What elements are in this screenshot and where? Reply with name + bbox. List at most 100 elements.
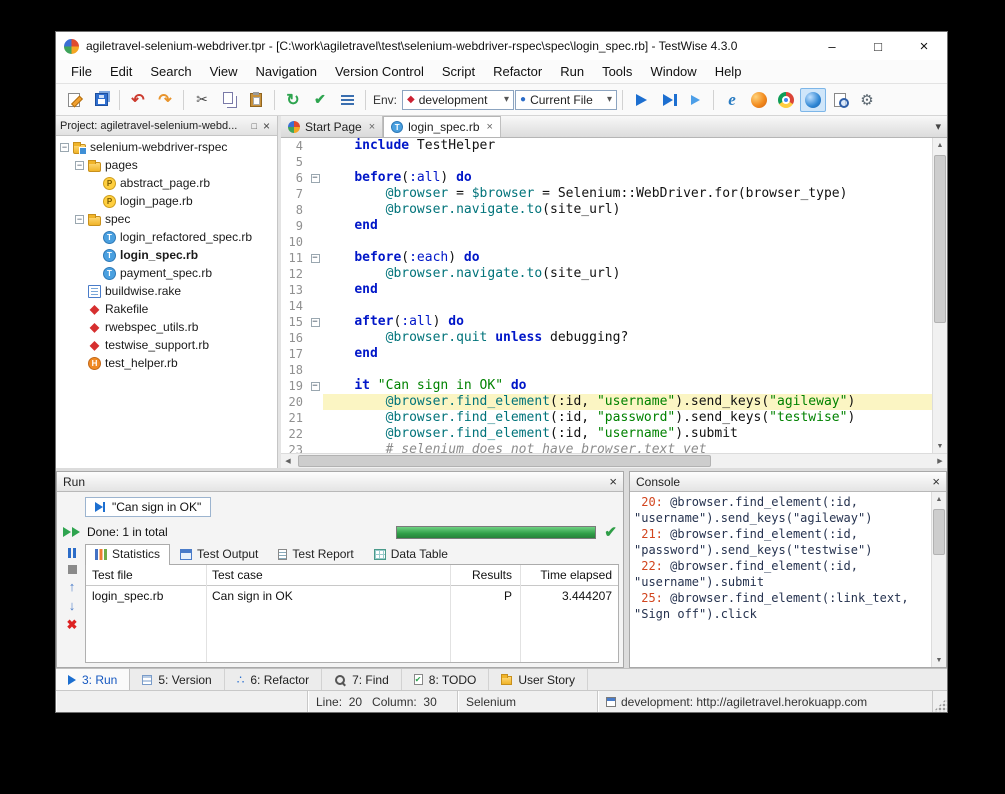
menu-version-control[interactable]: Version Control [326,61,433,82]
code-line[interactable]: 9 end [281,218,932,234]
close-panel-icon[interactable]: × [260,119,273,133]
editor-vertical-scrollbar[interactable]: ▲ ▼ [932,138,947,453]
code-line[interactable]: 5 [281,154,932,170]
inspect-button[interactable] [827,88,853,112]
code-line[interactable]: 19− it "Can sign in OK" do [281,378,932,394]
code-line[interactable]: 20 @browser.find_element(:id, "username"… [281,394,932,410]
column-header-test-case[interactable]: Test case [206,565,448,585]
run-panel-close-icon[interactable]: × [609,474,617,489]
fold-collapse-icon[interactable]: − [310,381,320,391]
float-panel-icon[interactable]: □ [249,121,260,131]
stop-button[interactable] [67,565,77,574]
code-line[interactable]: 15− after(:all) do [281,314,932,330]
menu-window[interactable]: Window [641,61,705,82]
editor-horizontal-scrollbar[interactable]: ◀ ▶ [281,453,947,468]
menu-tools[interactable]: Tools [593,61,641,82]
collapse-icon[interactable]: − [75,214,84,224]
clear-results-button[interactable]: ✖ [67,618,78,631]
selected-browser-button[interactable] [800,87,827,112]
bottom-tab-3-run[interactable]: 3: Run [56,669,131,690]
menu-view[interactable]: View [201,61,247,82]
paste-button[interactable] [243,88,269,112]
check-syntax-button[interactable]: ✔ [307,88,333,112]
undo-button[interactable]: ↶ [125,88,151,112]
code-line[interactable]: 7 @browser = $browser = Selenium::WebDri… [281,186,932,202]
move-up-button[interactable]: ↑ [69,580,76,593]
tab-start-page[interactable]: Start Page × [281,116,384,137]
column-header-results[interactable]: Results [448,565,518,585]
scrollbar-thumb[interactable] [933,509,945,555]
save-all-button[interactable] [88,88,114,112]
fold-collapse-icon[interactable]: − [310,173,320,183]
menu-search[interactable]: Search [141,61,200,82]
redo-button[interactable]: ↷ [152,88,178,112]
current-test-item[interactable]: "Can sign in OK" [85,497,212,517]
tree-item-pages[interactable]: − pages [56,156,277,174]
tree-item-rwebspec-utils-rb[interactable]: ◆ rwebspec_utils.rb [56,318,277,336]
env-select[interactable]: ◆ development ▾ [402,89,515,110]
code-editor[interactable]: 4 include TestHelper 5 6− before(:all) do 7… [281,138,947,453]
new-file-button[interactable] [61,88,87,112]
tree-item-testwise-support-rb[interactable]: ◆ testwise_support.rb [56,336,277,354]
code-line[interactable]: 17 end [281,346,932,362]
tree-item-login-refactored-spec-rb[interactable]: Tlogin_refactored_spec.rb [56,228,277,246]
titlebar[interactable]: agiletravel-selenium-webdriver.tpr - [C:… [56,32,947,60]
run-selected-button[interactable] [682,88,708,112]
tab-close-icon[interactable]: × [369,121,375,133]
scrollbar-thumb[interactable] [934,155,946,323]
tab-login-spec-rb[interactable]: Tlogin_spec.rb × [383,116,501,137]
move-down-button[interactable]: ↓ [69,599,76,612]
menu-run[interactable]: Run [551,61,593,82]
table-row[interactable]: login_spec.rb Can sign in OK P 3.444207 [86,586,618,606]
resize-grip[interactable] [933,698,947,712]
code-line[interactable]: 4 include TestHelper [281,138,932,154]
menu-help[interactable]: Help [706,61,751,82]
code-line[interactable]: 13 end [281,282,932,298]
tab-list-button[interactable]: ▾ [935,120,947,137]
cut-button[interactable]: ✂ [189,88,215,112]
chrome-browser-button[interactable] [773,88,799,112]
bottom-tab-user-story[interactable]: User Story [489,669,589,690]
run-tab-test-report[interactable]: Test Report [268,544,363,564]
scroll-down-arrow[interactable]: ▼ [933,439,947,453]
code-line[interactable]: 18 [281,362,932,378]
code-line[interactable]: 16 @browser.quit unless debugging? [281,330,932,346]
column-header-time-elapsed[interactable]: Time elapsed [518,565,618,585]
menu-refactor[interactable]: Refactor [484,61,551,82]
code-line[interactable]: 8 @browser.navigate.to(site_url) [281,202,932,218]
code-line[interactable]: 11− before(:each) do [281,250,932,266]
format-button[interactable] [334,88,360,112]
tree-item-spec[interactable]: − spec [56,210,277,228]
pause-button[interactable] [68,548,76,558]
scrollbar-thumb[interactable] [298,455,711,467]
code-line[interactable]: 21 @browser.find_element(:id, "password"… [281,410,932,426]
tab-close-icon[interactable]: × [487,121,493,133]
sync-button[interactable]: ↻ [280,88,306,112]
run-tab-data-table[interactable]: Data Table [364,544,458,564]
collapse-icon[interactable]: − [60,142,69,152]
copy-button[interactable] [216,88,242,112]
fold-collapse-icon[interactable]: − [310,317,320,327]
tree-item-login-spec-rb[interactable]: Tlogin_spec.rb [56,246,277,264]
scope-select[interactable]: ● Current File ▾ [515,89,618,110]
scroll-up-arrow[interactable]: ▲ [933,138,947,152]
code-line[interactable]: 14 [281,298,932,314]
bottom-tab-8-todo[interactable]: 8: TODO [402,669,490,690]
console-scrollbar[interactable]: ▲ ▼ [931,492,946,667]
fold-collapse-icon[interactable]: − [310,253,320,263]
scroll-down-arrow[interactable]: ▼ [932,653,946,667]
scroll-right-arrow[interactable]: ▶ [933,454,947,468]
bottom-tab-6-refactor[interactable]: 6: Refactor [225,669,323,690]
scroll-up-arrow[interactable]: ▲ [932,492,946,506]
code-line[interactable]: 22 @browser.find_element(:id, "username"… [281,426,932,442]
maximize-button[interactable]: □ [855,32,901,60]
code-line[interactable]: 23 # selenium does not have browser.text… [281,442,932,453]
tree-item-rakefile[interactable]: ◆ Rakefile [56,300,277,318]
run-to-cursor-button[interactable] [655,88,681,112]
tree-item-payment-spec-rb[interactable]: Tpayment_spec.rb [56,264,277,282]
menu-script[interactable]: Script [433,61,484,82]
bottom-tab-7-find[interactable]: 7: Find [322,669,402,690]
scroll-left-arrow[interactable]: ◀ [281,454,295,468]
ie-browser-button[interactable]: e [719,88,745,112]
menu-file[interactable]: File [62,61,101,82]
